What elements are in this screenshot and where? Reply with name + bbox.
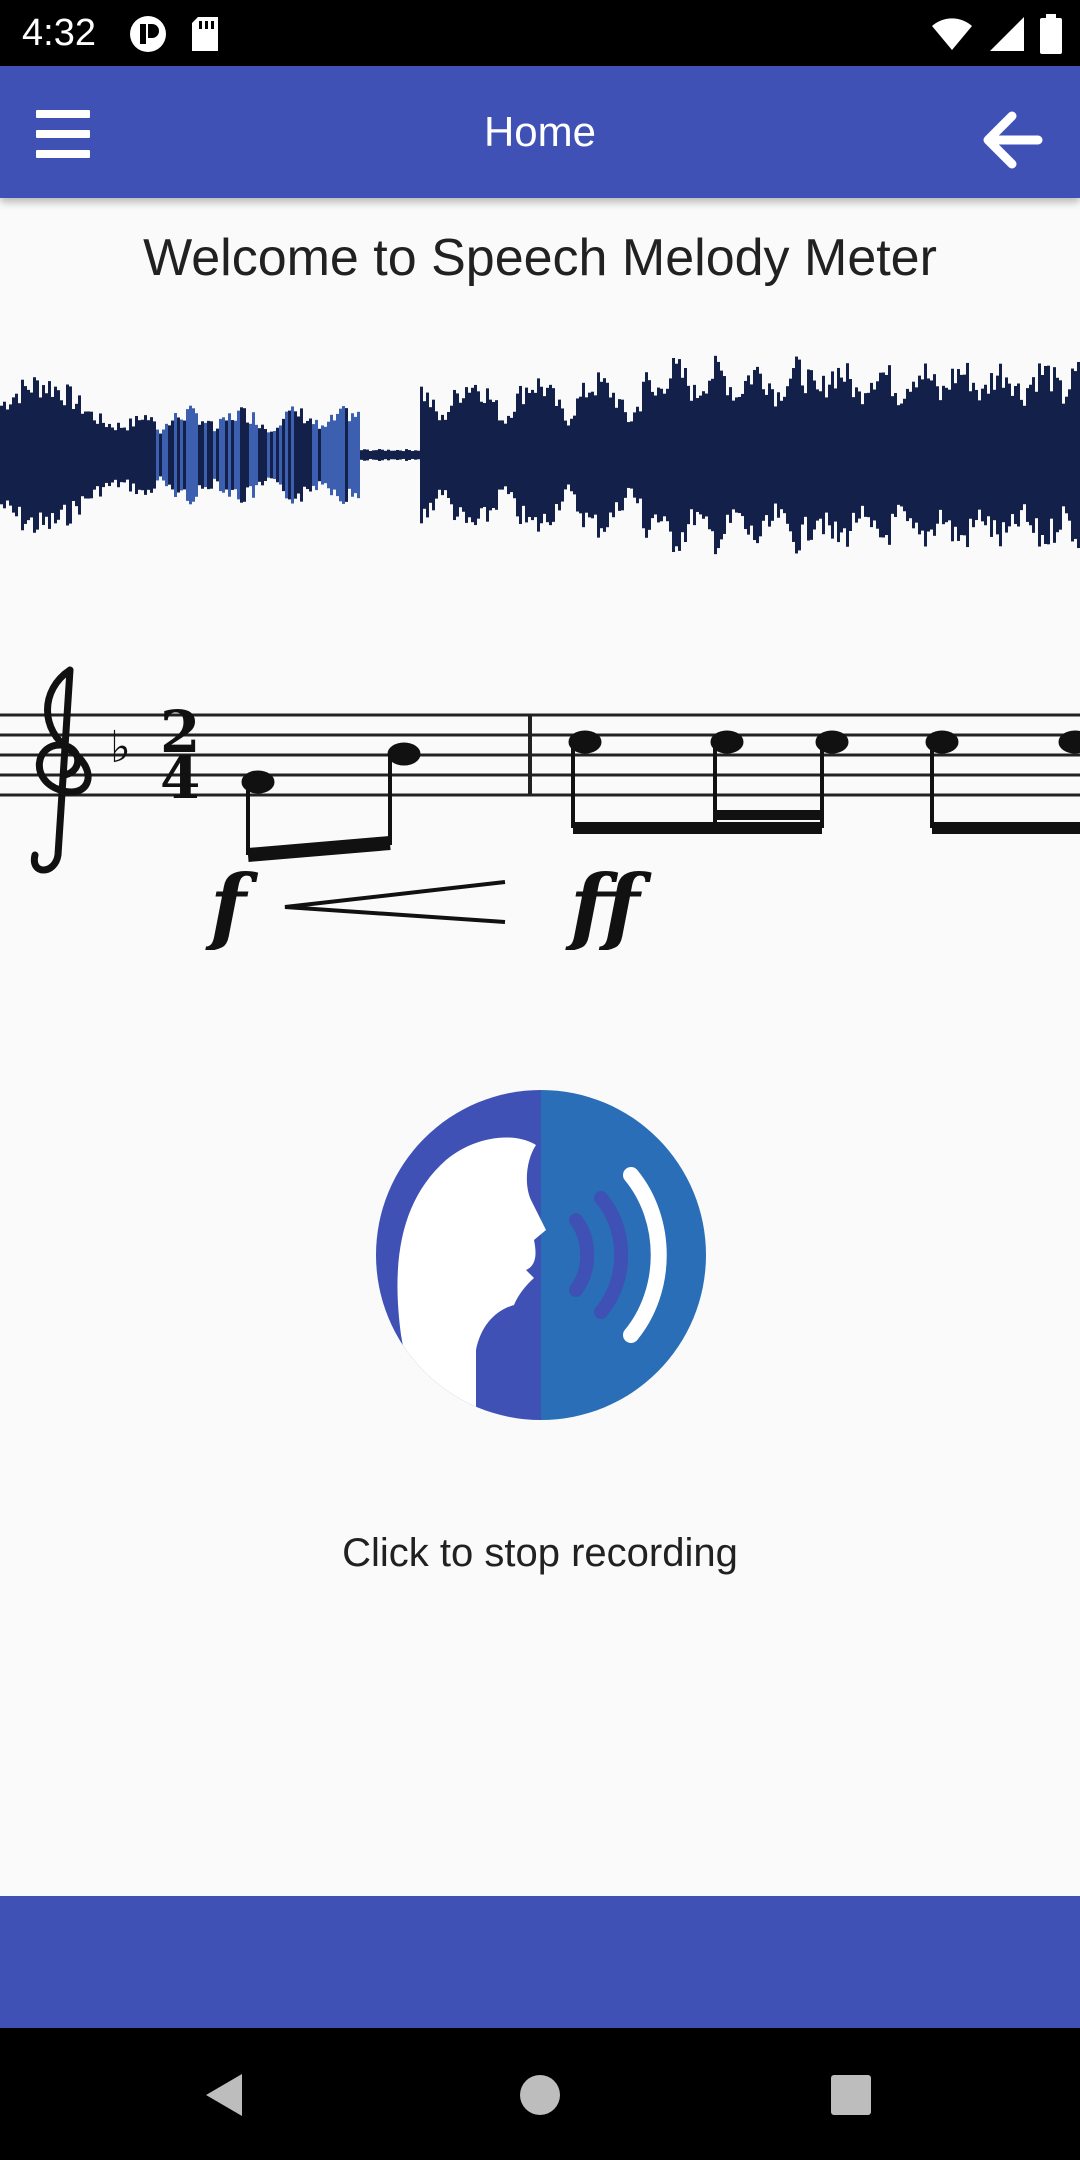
home-circle-icon (520, 2075, 560, 2115)
svg-text:4: 4 (160, 744, 200, 812)
arrow-left-icon (983, 111, 1043, 169)
recents-square-icon (831, 2075, 871, 2115)
status-icons-right (930, 12, 1062, 56)
dynamic-f: f (205, 856, 259, 950)
dynamic-ff: ff (565, 856, 652, 950)
status-bar: 4:32 (0, 0, 1080, 66)
pinned-app-icon (130, 16, 166, 52)
nav-recents-button[interactable] (826, 2070, 876, 2120)
audio-waveform-image (0, 355, 1080, 555)
app-bar: Home (0, 66, 1080, 198)
nav-back-button[interactable] (200, 2070, 250, 2120)
page-title: Home (483, 108, 597, 155)
status-time: 4:32 (22, 12, 96, 54)
speaking-head-icon (376, 1090, 706, 1420)
welcome-title: Welcome to Speech Melody Meter (143, 229, 937, 287)
cell-signal-icon (990, 17, 1024, 51)
svg-text:♭: ♭ (110, 722, 131, 773)
stop-recording-button[interactable] (376, 1090, 706, 1420)
back-button[interactable] (980, 108, 1044, 172)
battery-icon (1040, 14, 1062, 54)
back-triangle-icon (206, 2074, 242, 2116)
nav-home-button[interactable] (515, 2070, 565, 2120)
wifi-icon (932, 18, 972, 50)
treble-clef (30, 666, 92, 874)
sheet-music-image: ♭ 2 4 f ff (0, 666, 1080, 950)
status-icons-left (128, 14, 220, 54)
sd-card-icon (192, 17, 218, 51)
system-nav-bar (0, 2028, 1080, 2160)
bottom-bar (0, 1896, 1080, 2028)
recording-status-text: Click to stop recording (342, 1531, 738, 1575)
